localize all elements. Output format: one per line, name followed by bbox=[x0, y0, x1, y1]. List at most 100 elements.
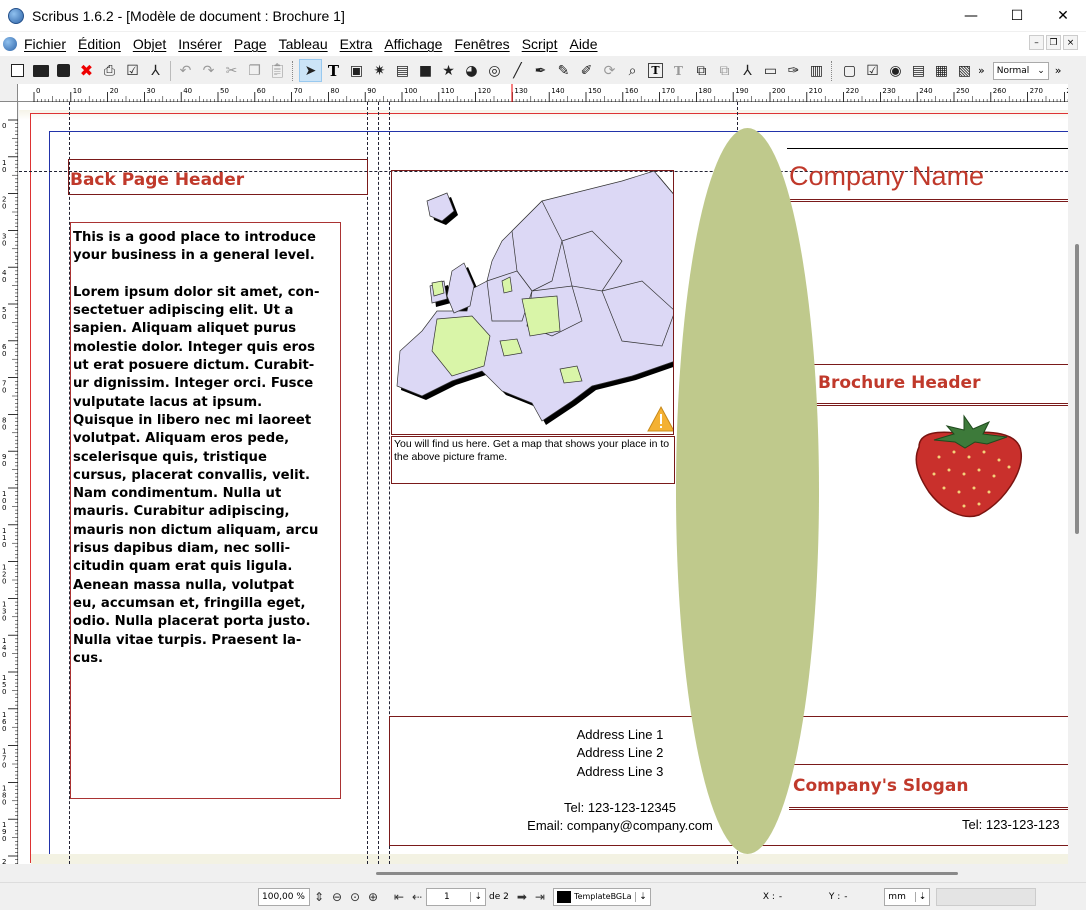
page-dropdown-icon[interactable]: ⇣ bbox=[470, 891, 482, 902]
measure-icon[interactable]: ⅄ bbox=[736, 59, 759, 82]
polygon-icon[interactable]: ★ bbox=[437, 59, 460, 82]
company-name-frame[interactable]: Company Name bbox=[787, 148, 1068, 202]
undo-icon[interactable]: ↶ bbox=[174, 59, 197, 82]
close-document-icon[interactable]: ✖ bbox=[75, 59, 98, 82]
menu-tableau[interactable]: Tableau bbox=[278, 36, 329, 52]
ruler-label: 240 bbox=[919, 87, 932, 95]
rotate-icon[interactable]: ⟳ bbox=[598, 59, 621, 82]
calligraphic-icon[interactable]: ✐ bbox=[575, 59, 598, 82]
line-icon[interactable]: ╱ bbox=[506, 59, 529, 82]
edit-text-icon[interactable]: T bbox=[644, 59, 667, 82]
layer-select[interactable]: TemplateBGLa ⇣ bbox=[552, 887, 651, 906]
link-frames-icon[interactable]: ⧉ bbox=[690, 59, 713, 82]
document-icon[interactable] bbox=[3, 37, 17, 51]
zoom-out-icon[interactable]: ⊖ bbox=[328, 888, 346, 906]
text-frame-icon[interactable]: T bbox=[322, 59, 345, 82]
horizontal-ruler[interactable]: 0 10 20 30 40 50 60 70 80 90 100 110 120 130 140 150 160… bbox=[18, 84, 1084, 102]
open-folder-icon[interactable] bbox=[29, 59, 52, 82]
preflight-check-icon[interactable]: ☑ bbox=[121, 59, 144, 82]
redo-icon[interactable]: ↷ bbox=[197, 59, 220, 82]
save-icon[interactable] bbox=[52, 59, 75, 82]
barcode-icon[interactable]: ▥ bbox=[805, 59, 828, 82]
menu-inserer[interactable]: Insérer bbox=[177, 36, 223, 52]
story-editor-icon[interactable]: T bbox=[667, 59, 690, 82]
ruler-corner[interactable] bbox=[0, 84, 18, 102]
unlink-frames-icon[interactable]: ⧉ bbox=[713, 59, 736, 82]
menu-page[interactable]: Page bbox=[233, 36, 268, 52]
vertical-scrollbar[interactable] bbox=[1068, 84, 1086, 864]
close-button[interactable]: ✕ bbox=[1040, 0, 1086, 31]
ruler-label: 0 bbox=[2, 725, 6, 733]
toolbar-overflow-icon-2[interactable]: » bbox=[1055, 64, 1062, 77]
spiral-icon[interactable]: ◎ bbox=[483, 59, 506, 82]
pdf-combobox-icon[interactable]: ▦ bbox=[930, 59, 953, 82]
paste-icon[interactable]: 📋︎ bbox=[266, 59, 289, 82]
bezier-icon[interactable]: ✒ bbox=[529, 59, 552, 82]
mdi-restore-button[interactable]: ❐ bbox=[1046, 35, 1061, 50]
brochure-header-frame[interactable]: Brochure Header bbox=[814, 364, 1068, 406]
horizontal-scroll-thumb[interactable] bbox=[376, 872, 958, 875]
menu-objet[interactable]: Objet bbox=[132, 36, 167, 52]
print-icon[interactable]: ⎙ bbox=[98, 59, 121, 82]
menu-aide[interactable]: Aide bbox=[568, 36, 598, 52]
page-input[interactable]: 1 ⇣ bbox=[426, 887, 486, 906]
menu-affichage[interactable]: Affichage bbox=[383, 36, 443, 52]
mdi-close-button[interactable]: × bbox=[1063, 35, 1078, 50]
column-guide bbox=[378, 102, 379, 864]
title-bar: Scribus 1.6.2 - [Modèle de document : Br… bbox=[0, 0, 1086, 31]
back-header-frame[interactable]: Back Page Header bbox=[68, 159, 368, 195]
slogan-frame[interactable]: Company's Slogan bbox=[789, 764, 1068, 810]
freehand-icon[interactable]: ✎ bbox=[552, 59, 575, 82]
menu-script[interactable]: Script bbox=[521, 36, 559, 52]
maximize-button[interactable]: ☐ bbox=[994, 0, 1040, 31]
zoom-in-icon[interactable]: ⊕ bbox=[364, 888, 382, 906]
horizontal-scrollbar[interactable] bbox=[0, 864, 1086, 882]
zoom-icon[interactable]: ⌕ bbox=[621, 59, 644, 82]
cut-icon[interactable]: ✂ bbox=[220, 59, 243, 82]
first-page-icon[interactable]: ⇤ bbox=[390, 888, 408, 906]
image-frame-icon[interactable]: ▣ bbox=[345, 59, 368, 82]
intro-text-frame[interactable]: This is a good place to introduce your b… bbox=[70, 222, 341, 799]
pdf-button-icon[interactable]: ▢ bbox=[838, 59, 861, 82]
shape-icon[interactable]: ■ bbox=[414, 59, 437, 82]
copy-properties-icon[interactable]: ▭ bbox=[759, 59, 782, 82]
menu-fenetres[interactable]: Fenêtres bbox=[453, 36, 510, 52]
toolbar-overflow-icon[interactable]: » bbox=[978, 64, 985, 77]
arc-icon[interactable]: ◕ bbox=[460, 59, 483, 82]
map-image-frame[interactable] bbox=[391, 170, 674, 435]
minimize-button[interactable]: — bbox=[948, 0, 994, 31]
render-frame-icon[interactable]: ✷ bbox=[368, 59, 391, 82]
export-pdf-icon[interactable]: ⅄ bbox=[144, 59, 167, 82]
eyedropper-icon[interactable]: ✑ bbox=[782, 59, 805, 82]
pdf-checkbox-icon[interactable]: ☑ bbox=[861, 59, 884, 82]
new-document-icon[interactable] bbox=[6, 59, 29, 82]
last-page-icon[interactable]: ⇥ bbox=[531, 888, 549, 906]
zoom-100-icon[interactable]: ⊙ bbox=[346, 888, 364, 906]
ruler-label: 50 bbox=[220, 87, 229, 95]
menu-fichier[interactable]: Fichier bbox=[23, 36, 67, 52]
pdf-radio-icon[interactable]: ◉ bbox=[884, 59, 907, 82]
mdi-minimize-button[interactable]: – bbox=[1029, 35, 1044, 50]
horizontal-ruler-scale: 0 10 20 30 40 50 60 70 80 90 100 110 120 130 140 150 160… bbox=[33, 84, 1084, 102]
vertical-ruler[interactable]: 0102030405060708090100110120130140150160… bbox=[0, 102, 18, 890]
next-page-icon[interactable]: ➡ bbox=[513, 888, 531, 906]
copy-icon[interactable]: ❐ bbox=[243, 59, 266, 82]
zoom-input[interactable]: 100,00 % bbox=[258, 887, 310, 906]
menu-edition[interactable]: Édition bbox=[77, 36, 122, 52]
vertical-scroll-thumb[interactable] bbox=[1075, 244, 1079, 534]
style-select[interactable]: Normal ⌄ bbox=[992, 61, 1049, 80]
back-page-header: Back Page Header bbox=[70, 170, 245, 190]
ruler-label: 80 bbox=[330, 87, 339, 95]
green-ellipse-shape[interactable] bbox=[676, 128, 819, 854]
document-canvas[interactable]: Back Page Header This is a good place to… bbox=[19, 102, 1068, 864]
select-pointer-icon[interactable]: ➤ bbox=[299, 59, 322, 82]
map-caption-frame[interactable]: You will find us here. Get a map that sh… bbox=[391, 436, 675, 484]
unit-select[interactable]: mm ⇣ bbox=[884, 887, 931, 906]
table-icon[interactable]: ▤ bbox=[391, 59, 414, 82]
ruler-label: 0 bbox=[2, 578, 6, 586]
pdf-textfield-icon[interactable]: ▤ bbox=[907, 59, 930, 82]
menu-extra[interactable]: Extra bbox=[339, 36, 374, 52]
previous-page-icon[interactable]: ⇠ bbox=[408, 888, 426, 906]
pdf-listbox-icon[interactable]: ▧ bbox=[953, 59, 976, 82]
zoom-spinner-icon[interactable]: ⇕ bbox=[310, 888, 328, 906]
